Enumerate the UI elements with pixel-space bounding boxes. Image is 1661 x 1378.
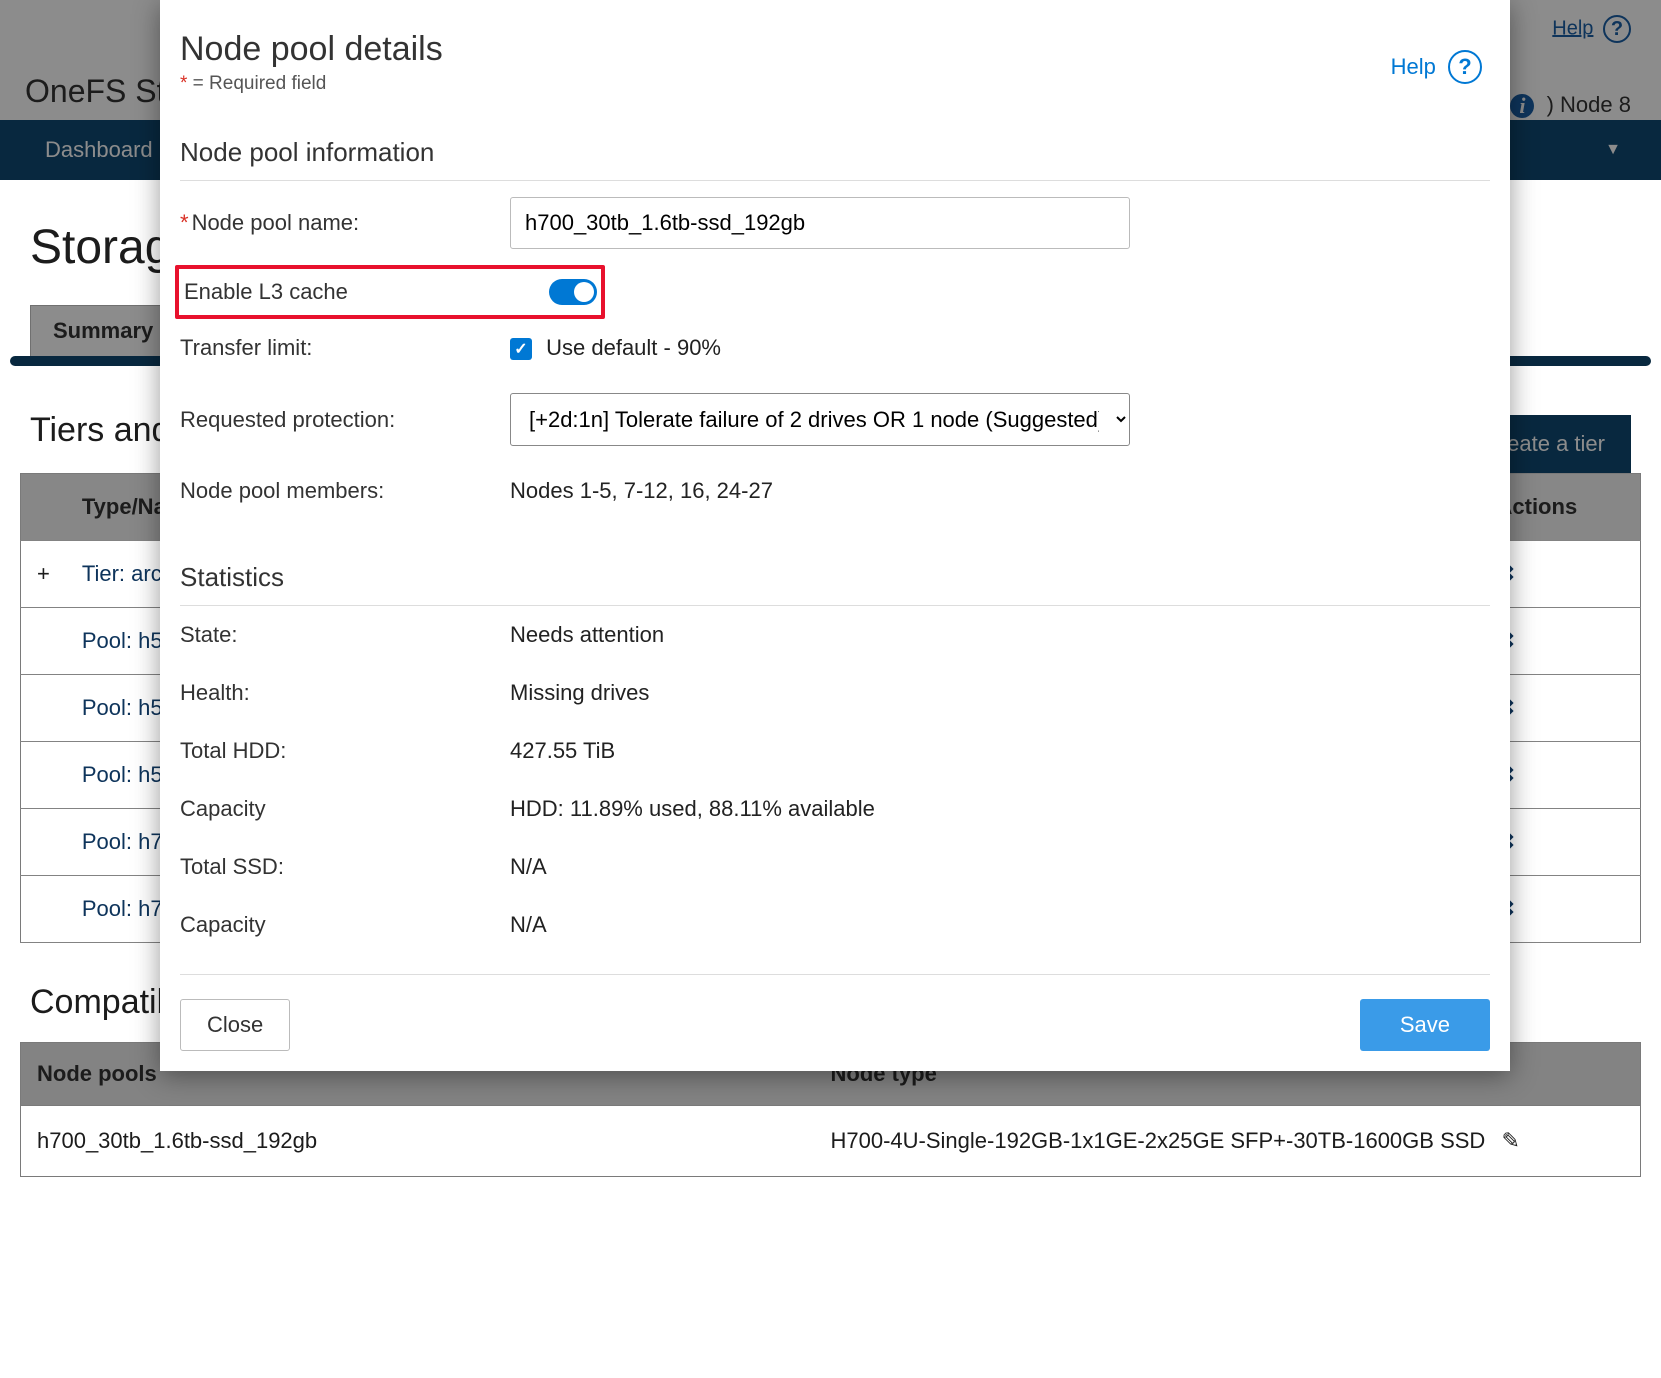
node-status-text: ) Node 8 (1547, 92, 1631, 117)
label-requested-protection: Requested protection: (180, 407, 510, 433)
chevron-down-icon[interactable]: ▼ (1605, 141, 1621, 159)
nav-item-dashboard[interactable]: Dashboard (20, 122, 178, 178)
value-state: Needs attention (510, 622, 1490, 648)
enable-l3-cache-toggle[interactable] (549, 279, 597, 305)
use-default-checkbox[interactable]: ✓ (510, 338, 532, 360)
help-icon[interactable]: ? (1603, 15, 1631, 43)
section-node-pool-information: Node pool information (180, 137, 1490, 181)
label-enable-l3-cache: Enable L3 cache (179, 279, 549, 305)
label-health: Health: (180, 680, 510, 706)
label-state: State: (180, 622, 510, 648)
top-help-link[interactable]: Help (1552, 17, 1593, 39)
edit-icon[interactable]: ✎ (1501, 1128, 1519, 1153)
value-total-hdd: 427.55 TiB (510, 738, 1490, 764)
tab-summary[interactable]: Summary (30, 305, 176, 356)
label-capacity-hdd: Capacity (180, 796, 510, 822)
node-pool-details-modal: Node pool details * = Required field Hel… (160, 0, 1510, 1071)
save-button[interactable]: Save (1360, 999, 1490, 1051)
transfer-limit-value: Use default - 90% (546, 335, 721, 360)
label-capacity-ssd: Capacity (180, 912, 510, 938)
value-health: Missing drives (510, 680, 1490, 706)
info-icon: i (1510, 94, 1534, 118)
help-icon[interactable]: ? (1448, 50, 1482, 84)
required-field-note: * = Required field (180, 73, 1490, 95)
label-total-hdd: Total HDD: (180, 738, 510, 764)
requested-protection-select[interactable]: [+2d:1n] Tolerate failure of 2 drives OR… (510, 393, 1130, 446)
label-total-ssd: Total SSD: (180, 854, 510, 880)
close-button[interactable]: Close (180, 999, 290, 1051)
label-node-pool-members: Node pool members: (180, 478, 510, 504)
node-pool-members-value: Nodes 1-5, 7-12, 16, 24-27 (510, 478, 1490, 504)
label-node-pool-name: Node pool name: (192, 210, 360, 235)
value-capacity-hdd: HDD: 11.89% used, 88.11% available (510, 796, 1490, 822)
value-capacity-ssd: N/A (510, 912, 1490, 938)
node-pool-name-input[interactable] (510, 197, 1130, 249)
modal-help-link[interactable]: Help ? (1391, 50, 1482, 84)
label-transfer-limit: Transfer limit: (180, 335, 510, 361)
enable-l3-cache-highlight: Enable L3 cache (175, 265, 605, 319)
section-statistics: Statistics (180, 562, 1490, 606)
compat-row[interactable]: h700_30tb_1.6tb-ssd_192gb H700-4U-Single… (20, 1106, 1641, 1177)
value-total-ssd: N/A (510, 854, 1490, 880)
modal-title: Node pool details (180, 30, 1490, 69)
